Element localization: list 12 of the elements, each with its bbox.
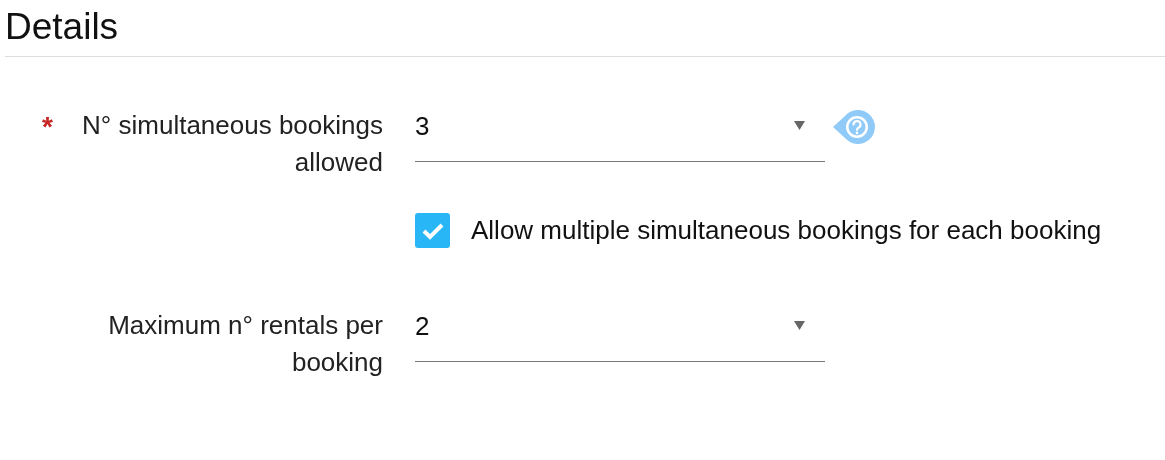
checkbox-label: Allow multiple simultaneous bookings for each booking <box>471 215 1102 246</box>
field-label: Maximum n° rentals per booking <box>107 309 383 379</box>
required-mark: * <box>42 113 53 144</box>
help-icon[interactable] <box>833 110 877 144</box>
dropdown-caret-icon <box>794 121 805 130</box>
checkmark-icon <box>421 221 444 240</box>
section-title: Details <box>4 5 120 45</box>
select-field[interactable]: 3 <box>415 113 825 162</box>
field-label: N° simultaneous bookings allowed <box>81 109 383 179</box>
checkbox[interactable] <box>415 213 450 248</box>
select-field[interactable]: 2 <box>415 313 825 362</box>
dropdown-caret-icon <box>794 321 805 330</box>
